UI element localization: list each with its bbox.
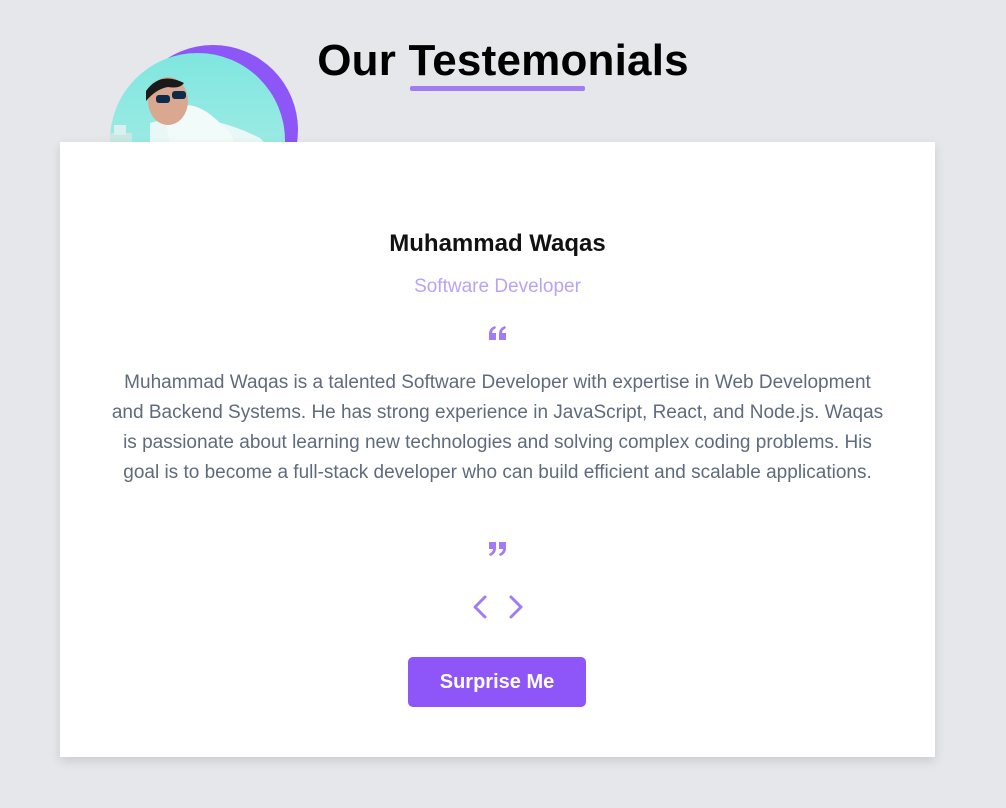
testimonial-card: Muhammad Waqas Software Developer Muhamm… [60,142,935,757]
person-role: Software Developer [414,276,581,297]
testimonial-text: Muhammad Waqas is a talented Software De… [111,372,884,483]
surprise-me-button[interactable]: Surprise Me [408,657,586,707]
person-name: Muhammad Waqas [389,230,606,257]
chevron-right-icon[interactable] [506,594,526,620]
nav-arrows [60,594,935,620]
chevron-left-icon[interactable] [470,594,490,620]
title-underline [410,86,585,91]
quote-close-icon [60,542,935,561]
quote-open-icon [60,326,935,345]
